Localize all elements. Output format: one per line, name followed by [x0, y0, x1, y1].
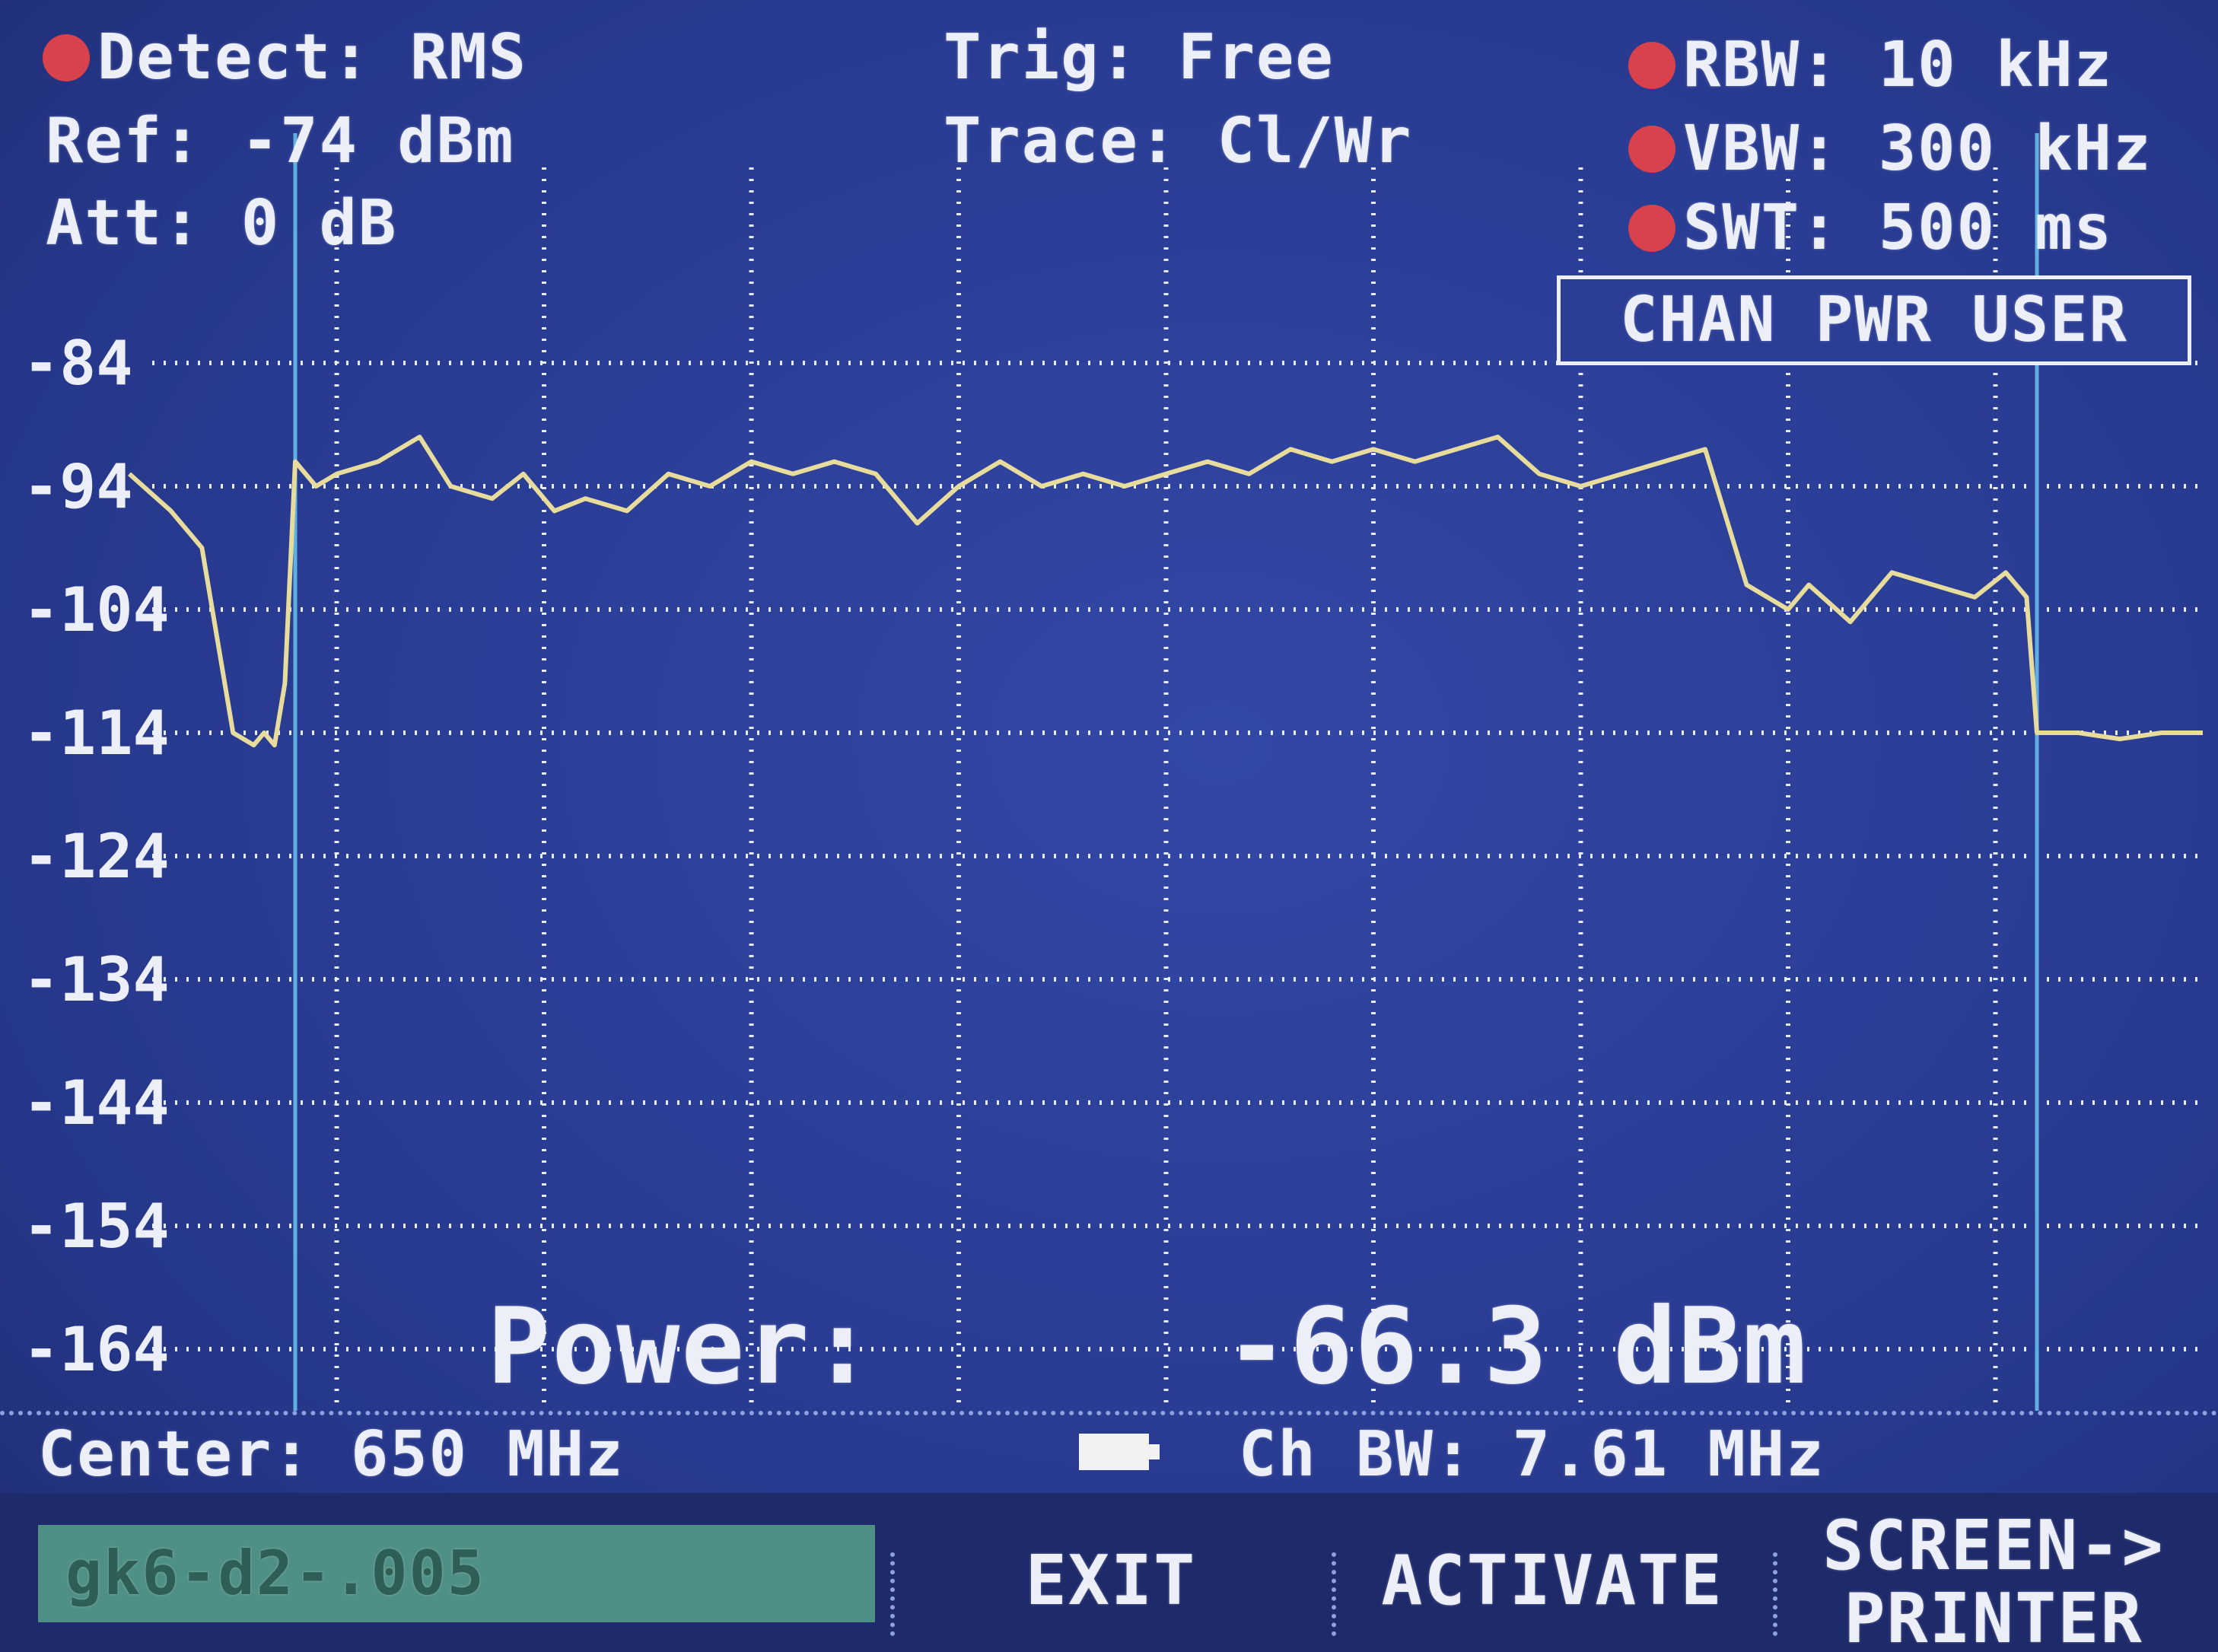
center-frequency: Center: 650 MHz	[38, 1418, 625, 1491]
detect-setting: Detect: RMS	[43, 21, 527, 94]
y-tick-label: -164	[23, 1314, 170, 1385]
y-tick-label: -104	[23, 575, 170, 645]
footer-separator	[0, 1411, 2218, 1415]
y-tick-label: -84	[23, 328, 133, 399]
power-value: -66.3 dBm	[1225, 1285, 1808, 1408]
exit-button[interactable]: EXIT	[959, 1545, 1263, 1618]
y-tick-label: -134	[23, 944, 170, 1015]
sweep-time-setting: SWT: 500 ms	[1628, 192, 2113, 265]
filename-field[interactable]: gk6-d2-.005	[38, 1525, 875, 1622]
swt-label: SWT: 500 ms	[1683, 192, 2114, 264]
channel-bandwidth: Ch BW: 7.61 MHz	[1239, 1418, 1825, 1491]
rbw-label: RBW: 10 kHz	[1683, 29, 2114, 101]
screen-to-printer-button[interactable]: SCREEN-> PRINTER	[1796, 1510, 2191, 1652]
screen-printer-line2: PRINTER	[1844, 1579, 2143, 1652]
y-tick-label: -154	[23, 1191, 170, 1262]
trigger-setting: Trig: Free	[944, 21, 1335, 94]
power-label: Power:	[487, 1285, 876, 1408]
vbw-indicator-icon	[1628, 125, 1675, 173]
swt-indicator-icon	[1628, 204, 1675, 252]
softkey-separator	[890, 1552, 895, 1636]
softkey-separator	[1773, 1552, 1777, 1636]
y-tick-label: -124	[23, 821, 170, 892]
y-axis-ticks: -84 -94 -104 -114 -124 -134 -144 -154 -164	[23, 328, 170, 1385]
analyzer-screen: -84 -94 -104 -114 -124 -134 -144 -154 -164 Detec…	[0, 0, 2218, 1652]
vbw-label: VBW: 300 kHz	[1683, 113, 2153, 185]
y-tick-label: -114	[23, 698, 170, 769]
activate-button[interactable]: ACTIVATE	[1354, 1545, 1750, 1618]
y-tick-label: -94	[23, 451, 133, 522]
screen-printer-line1: SCREEN->	[1822, 1506, 2165, 1586]
trace-mode: Trace: Cl/Wr	[944, 105, 1413, 177]
rbw-indicator-icon	[1628, 41, 1675, 89]
rbw-setting: RBW: 10 kHz	[1628, 29, 2113, 102]
detect-label: Detect: RMS	[97, 21, 528, 94]
y-tick-label: -144	[23, 1068, 170, 1138]
softkey-separator	[1332, 1552, 1336, 1636]
ref-level: Ref: -74 dBm	[46, 105, 515, 177]
attenuation: Att: 0 dB	[46, 187, 398, 259]
vbw-setting: VBW: 300 kHz	[1628, 113, 2152, 186]
battery-icon	[1079, 1434, 1160, 1470]
detect-indicator-icon	[43, 33, 90, 81]
measurement-mode-badge: CHAN PWR USER	[1557, 275, 2191, 365]
